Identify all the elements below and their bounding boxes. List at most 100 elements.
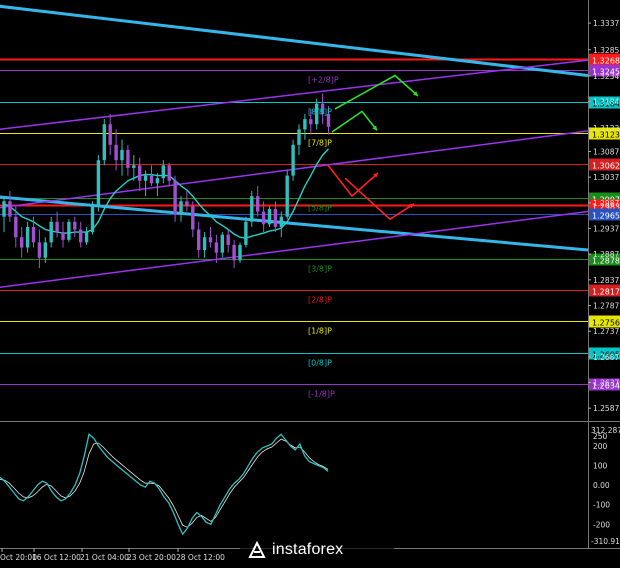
candle-body xyxy=(84,232,89,243)
price-tick-label: 1.2637 xyxy=(593,379,619,388)
candle-body xyxy=(114,144,118,161)
price-tick-label: 1.3285 xyxy=(593,46,619,55)
candle-body xyxy=(126,149,130,168)
candle-body xyxy=(108,124,112,145)
level-price-badge: 1.3268 xyxy=(592,57,620,66)
candle-body xyxy=(25,226,30,248)
murrey-level-label: [1/8]P xyxy=(308,327,332,336)
price-tick-label: 1.2687 xyxy=(593,353,619,362)
price-tick-label: 1.2587 xyxy=(593,404,619,413)
candle-body xyxy=(291,144,295,176)
candle-body xyxy=(267,208,272,225)
price-tick-label: 1.2787 xyxy=(593,302,619,311)
chart-background xyxy=(0,0,620,564)
price-tick-label: 1.2887 xyxy=(593,250,619,259)
candle-body xyxy=(2,201,6,217)
oscillator-min-label: -310.914 xyxy=(591,537,620,546)
candle-body xyxy=(132,165,136,168)
candle-body xyxy=(96,160,101,207)
price-tick-label: 1.2737 xyxy=(593,327,619,336)
candle-body xyxy=(220,234,224,253)
brand-name: instaforex xyxy=(272,541,344,558)
murrey-level-label: [8/8]P xyxy=(308,108,332,117)
candle-body xyxy=(285,175,289,217)
candle-body xyxy=(173,180,177,215)
price-tick-label: 1.3133 xyxy=(593,124,619,133)
candle-body xyxy=(143,175,148,181)
time-tick-label: 21 Oct 04:00 xyxy=(80,553,129,562)
murrey-level-label: [0/8]P xyxy=(308,359,332,368)
murrey-level-label: [+2/8]P xyxy=(308,76,339,85)
level-price-badge: 1.2965 xyxy=(592,212,620,221)
candle-body xyxy=(149,175,154,184)
oscillator-tick-label: 250 xyxy=(593,432,608,441)
instaforex-logo-icon xyxy=(248,541,266,558)
candle-body xyxy=(185,201,189,207)
oscillator-tick-label: -100 xyxy=(593,501,610,510)
price-tick-label: 1.2937 xyxy=(593,224,619,233)
price-tick-label: 1.3184 xyxy=(593,98,619,107)
forex-chart: [+2/8]P [8/8]P [7/8]P [5/8]P [3/8]P [2/8]P [1/… xyxy=(0,0,620,564)
price-tick-label: 1.3087 xyxy=(593,147,619,156)
price-tick-label: 1.3234 xyxy=(593,72,619,81)
oscillator-tick-label: 0.00 xyxy=(593,481,610,490)
candle-body xyxy=(214,242,219,253)
candle-body xyxy=(120,149,124,161)
candle-body xyxy=(191,206,195,230)
candle-body xyxy=(49,221,53,243)
murrey-level-label: [5/8]P xyxy=(308,204,332,213)
candle-body xyxy=(90,206,95,233)
candle-body xyxy=(161,165,165,179)
candle-body xyxy=(202,237,207,251)
candle-body xyxy=(256,196,260,212)
candle-body xyxy=(232,244,236,261)
price-tick-label: 1.3037 xyxy=(593,173,619,182)
brand-logo: instaforex xyxy=(240,536,394,564)
murrey-level-label: [2/8]P xyxy=(308,296,332,305)
price-tick-label: 1.2837 xyxy=(593,276,619,285)
candle-body xyxy=(303,119,307,130)
time-tick-label: 23 Oct 20:00 xyxy=(127,553,176,562)
price-tick-label: 1.2987 xyxy=(593,199,619,208)
candle-body xyxy=(179,201,183,215)
candle-body xyxy=(244,221,248,245)
candle-body xyxy=(14,216,18,238)
level-price-badge: 1.2756 xyxy=(592,319,620,328)
oscillator-tick-label: 200 xyxy=(593,442,608,451)
candle-body xyxy=(273,208,278,227)
candle-body xyxy=(79,229,83,243)
level-price-badge: 1.2817 xyxy=(592,288,620,297)
candle-body xyxy=(208,237,213,243)
oscillator-tick-label: 100 xyxy=(593,462,608,471)
candle-body xyxy=(238,244,242,261)
candle-body xyxy=(61,232,65,240)
candle-body xyxy=(8,201,12,217)
chart-canvas: [+2/8]P [8/8]P [7/8]P [5/8]P [3/8]P [2/8]P [1/… xyxy=(0,0,620,564)
candle-body xyxy=(138,165,142,181)
candle-body xyxy=(197,229,201,251)
oscillator-tick-label: -200 xyxy=(593,520,610,529)
candle-body xyxy=(73,221,77,230)
candle-body xyxy=(55,221,59,233)
murrey-level-label: [3/8]P xyxy=(308,265,332,274)
candle-body xyxy=(67,221,71,240)
candle-body xyxy=(155,178,160,184)
candle-body xyxy=(37,242,42,258)
candle-body xyxy=(261,211,266,225)
candle-body xyxy=(279,216,283,227)
candle-body xyxy=(102,124,106,161)
time-tick-label: 28 Oct 12:00 xyxy=(176,553,225,562)
candle-body xyxy=(309,119,313,125)
candle-body xyxy=(226,234,230,245)
price-tick-label: 1.3337 xyxy=(593,19,619,28)
candle-body xyxy=(20,237,24,248)
time-tick-label: 16 Oct 12:00 xyxy=(32,553,81,562)
murrey-level-label: [-1/8]P xyxy=(308,390,335,399)
level-price-badge: 1.3062 xyxy=(592,162,620,171)
candle-body xyxy=(43,242,47,258)
candle-body xyxy=(167,165,171,181)
candle-body xyxy=(297,129,301,145)
murrey-level-label: [7/8]P xyxy=(308,139,332,148)
candle-body xyxy=(31,226,36,243)
candle-body xyxy=(250,196,254,222)
